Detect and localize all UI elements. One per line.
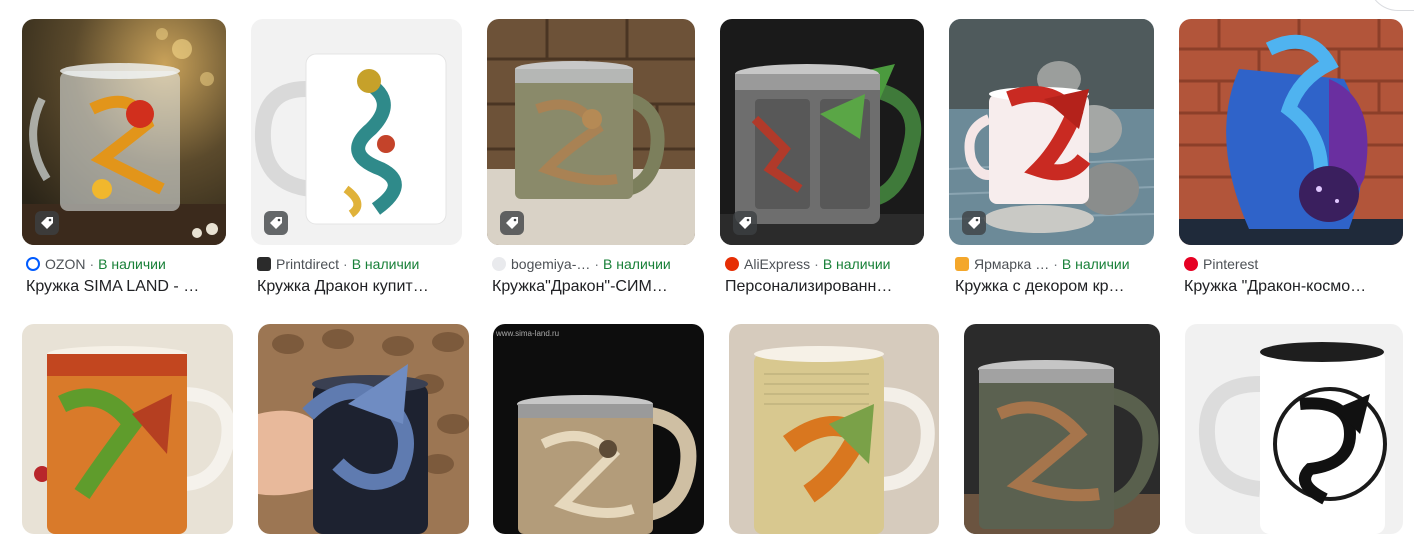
bogemiya-icon [492,257,506,271]
corner-widget [1368,0,1414,11]
result-meta: Pinterest [1184,255,1403,273]
result-meta: OZON · В наличии [26,255,226,273]
result-title[interactable]: Кружка Дракон купит… [257,276,462,298]
source-name[interactable]: Printdirect [276,255,339,273]
stock-status: В наличии [1061,256,1130,272]
stock-status: В наличии [822,256,891,272]
shopping-tag-icon [733,211,757,235]
source-name[interactable]: bogemiya-… [511,255,590,273]
source-name[interactable]: Ярмарка … [974,255,1049,273]
stock-status: В наличии [98,256,166,272]
result-image[interactable] [949,19,1154,245]
separator-dot: · [594,256,600,272]
result-title[interactable]: Кружка с декором кр… [955,276,1154,298]
result-meta: Printdirect · В наличии [257,255,462,273]
shopping-tag-icon [500,211,524,235]
result-title[interactable]: Кружка "Дракон-космо… [1184,276,1403,298]
separator-dot: · [814,256,819,272]
result-image[interactable] [1179,19,1403,245]
result-image[interactable] [22,324,233,534]
result-image[interactable] [258,324,469,534]
separator-dot: · [89,256,95,272]
printdirect-icon [257,257,271,271]
source-name[interactable]: AliExpress [744,255,810,273]
shopping-tag-icon [962,211,986,235]
result-image[interactable] [729,324,939,534]
pinterest-icon [1184,257,1198,271]
result-image[interactable]: www.sima-land.ru [493,324,704,534]
result-title[interactable]: Кружка"Дракон"-СИМ… [492,276,695,298]
shopping-tag-icon [264,211,288,235]
result-meta: bogemiya-… · В наличии [492,255,695,273]
result-meta: AliExpress · В наличии [725,255,924,273]
aliexpress-icon [725,257,739,271]
stock-status: В наличии [603,256,671,272]
separator-dot: · [343,256,348,272]
result-image[interactable] [720,19,924,245]
yarmarka-icon [955,257,969,271]
result-image[interactable] [487,19,695,245]
source-name[interactable]: Pinterest [1203,255,1258,273]
result-image[interactable] [22,19,226,245]
result-title[interactable]: Персонализированн… [725,276,924,298]
separator-dot: · [1053,256,1058,272]
result-image[interactable] [251,19,462,245]
result-image[interactable] [1185,324,1403,534]
source-name[interactable]: OZON [45,255,85,273]
ozon-icon [26,257,40,271]
result-meta: Ярмарка … · В наличии [955,255,1154,273]
shopping-tag-icon [35,211,59,235]
watermark-text: www.sima-land.ru [496,329,560,338]
stock-status: В наличии [351,256,420,272]
result-image[interactable] [964,324,1160,534]
result-title[interactable]: Кружка SIMA LAND - … [26,276,226,298]
